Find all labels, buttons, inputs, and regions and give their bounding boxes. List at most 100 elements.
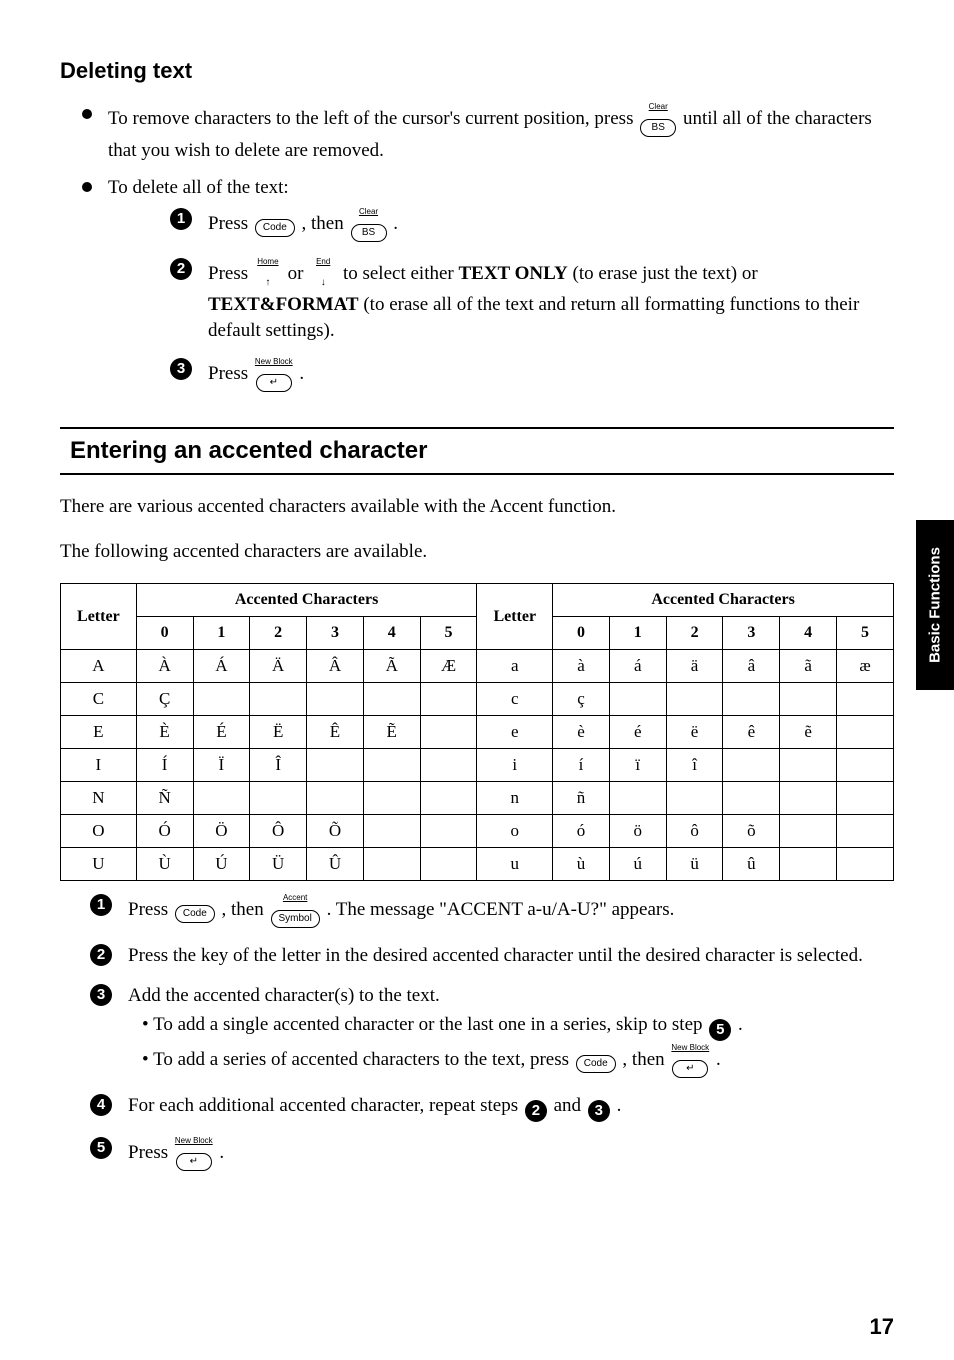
table-row: OÓÖÔÕoóöôõ: [61, 815, 894, 848]
table-cell: ç: [553, 683, 610, 716]
table-cell: [307, 683, 364, 716]
up-key-icon: Home ↑: [255, 257, 281, 293]
text: Add the accented character(s) to the tex…: [128, 985, 440, 1006]
table-cell: [780, 848, 837, 881]
table-cell: [250, 782, 307, 815]
step-badge-5-inline: 5: [709, 1019, 731, 1041]
table-row: AÀÁÄÂÃÆaàáäâãæ: [61, 650, 894, 683]
table-cell: [666, 683, 723, 716]
table-cell: Ó: [136, 815, 193, 848]
table-cell: [723, 749, 780, 782]
table-cell: Û: [307, 848, 364, 881]
bs-key-icon: Clear BS: [640, 102, 676, 138]
table-cell: C: [61, 683, 137, 716]
th-accented-upper: Accented Characters: [136, 584, 477, 617]
heading-accented-char: Entering an accented character: [60, 427, 894, 475]
table-cell: [723, 683, 780, 716]
table-cell: [420, 716, 477, 749]
table-cell: [420, 782, 477, 815]
text: To remove characters to the left of the …: [108, 108, 638, 129]
table-cell: Ô: [250, 815, 307, 848]
table-cell: A: [61, 650, 137, 683]
table-cell: o: [477, 815, 553, 848]
table-cell: Ä: [250, 650, 307, 683]
th-col: 1: [193, 617, 250, 650]
side-tab-basic-functions: Basic Functions: [916, 520, 954, 690]
text: .: [393, 213, 398, 234]
code-key-icon: Code: [175, 898, 215, 924]
enter-key-icon: New Block ↵: [671, 1043, 709, 1079]
sub-bullet-single: • To add a single accented character or …: [142, 1012, 894, 1041]
table-row: EÈÉËÊẼeèéëêẽ: [61, 716, 894, 749]
table-cell: Ñ: [136, 782, 193, 815]
table-cell: Ẽ: [363, 716, 420, 749]
table-cell: [723, 782, 780, 815]
table-cell: [837, 683, 894, 716]
table-row: NÑnñ: [61, 782, 894, 815]
th-col: 2: [250, 617, 307, 650]
step-badge-3: 3: [90, 984, 112, 1006]
th-col: 0: [136, 617, 193, 650]
text: For each additional accented character, …: [128, 1095, 523, 1116]
text: or: [288, 263, 309, 284]
table-cell: ã: [780, 650, 837, 683]
table-row: UÙÚÜÛuùúüû: [61, 848, 894, 881]
text: Press: [208, 364, 253, 385]
text: To add a single accented character or th…: [153, 1014, 707, 1035]
th-col: 3: [723, 617, 780, 650]
table-cell: [837, 815, 894, 848]
table-cell: [837, 749, 894, 782]
table-cell: E: [61, 716, 137, 749]
table-cell: ö: [609, 815, 666, 848]
table-cell: Ã: [363, 650, 420, 683]
table-cell: [363, 782, 420, 815]
table-cell: O: [61, 815, 137, 848]
text: .: [716, 1050, 721, 1071]
th-col: 5: [837, 617, 894, 650]
enter-key-icon: New Block ↵: [175, 1136, 213, 1172]
table-cell: ä: [666, 650, 723, 683]
accented-char-table: Letter Accented Characters Letter Accent…: [60, 583, 894, 881]
table-cell: [609, 683, 666, 716]
table-cell: ï: [609, 749, 666, 782]
step-badge-4: 4: [90, 1094, 112, 1116]
table-cell: [609, 782, 666, 815]
text: .: [738, 1014, 743, 1035]
table-cell: [363, 749, 420, 782]
symbol-key-icon: Accent Symbol: [271, 893, 320, 929]
table-cell: ẽ: [780, 716, 837, 749]
accent-step-4: 4 For each additional accented character…: [90, 1093, 894, 1122]
sub-bullet-series: • To add a series of accented characters…: [142, 1043, 894, 1079]
text: and: [554, 1095, 586, 1116]
table-cell: é: [609, 716, 666, 749]
step-badge-5: 5: [90, 1137, 112, 1159]
accent-step-1: 1 Press Code , then Accent Symbol . The …: [90, 893, 894, 929]
text: Press: [208, 213, 253, 234]
table-cell: Õ: [307, 815, 364, 848]
accent-step-3: 3 Add the accented character(s) to the t…: [90, 983, 894, 1079]
table-cell: [837, 848, 894, 881]
table-cell: [363, 815, 420, 848]
text: .: [299, 364, 304, 385]
down-key-icon: End ↓: [310, 257, 336, 293]
table-cell: Ü: [250, 848, 307, 881]
text: . The message "ACCENT a-u/A-U?" appears.: [327, 900, 675, 921]
text: Press the key of the letter in the desir…: [128, 945, 863, 966]
table-cell: [780, 683, 837, 716]
step-badge-2: 2: [170, 258, 192, 280]
th-col: 0: [553, 617, 610, 650]
table-cell: [363, 683, 420, 716]
code-key-icon: Code: [576, 1048, 616, 1074]
text: (to erase just the text) or: [573, 263, 758, 284]
table-cell: ê: [723, 716, 780, 749]
table-cell: À: [136, 650, 193, 683]
table-cell: Ö: [193, 815, 250, 848]
text: To delete all of the text:: [108, 177, 289, 198]
table-cell: ü: [666, 848, 723, 881]
table-cell: à: [553, 650, 610, 683]
table-cell: [420, 815, 477, 848]
accent-intro-2: The following accented characters are av…: [60, 539, 894, 565]
step-3: 3 Press New Block ↵ .: [170, 357, 894, 393]
table-cell: [193, 683, 250, 716]
table-cell: [780, 782, 837, 815]
